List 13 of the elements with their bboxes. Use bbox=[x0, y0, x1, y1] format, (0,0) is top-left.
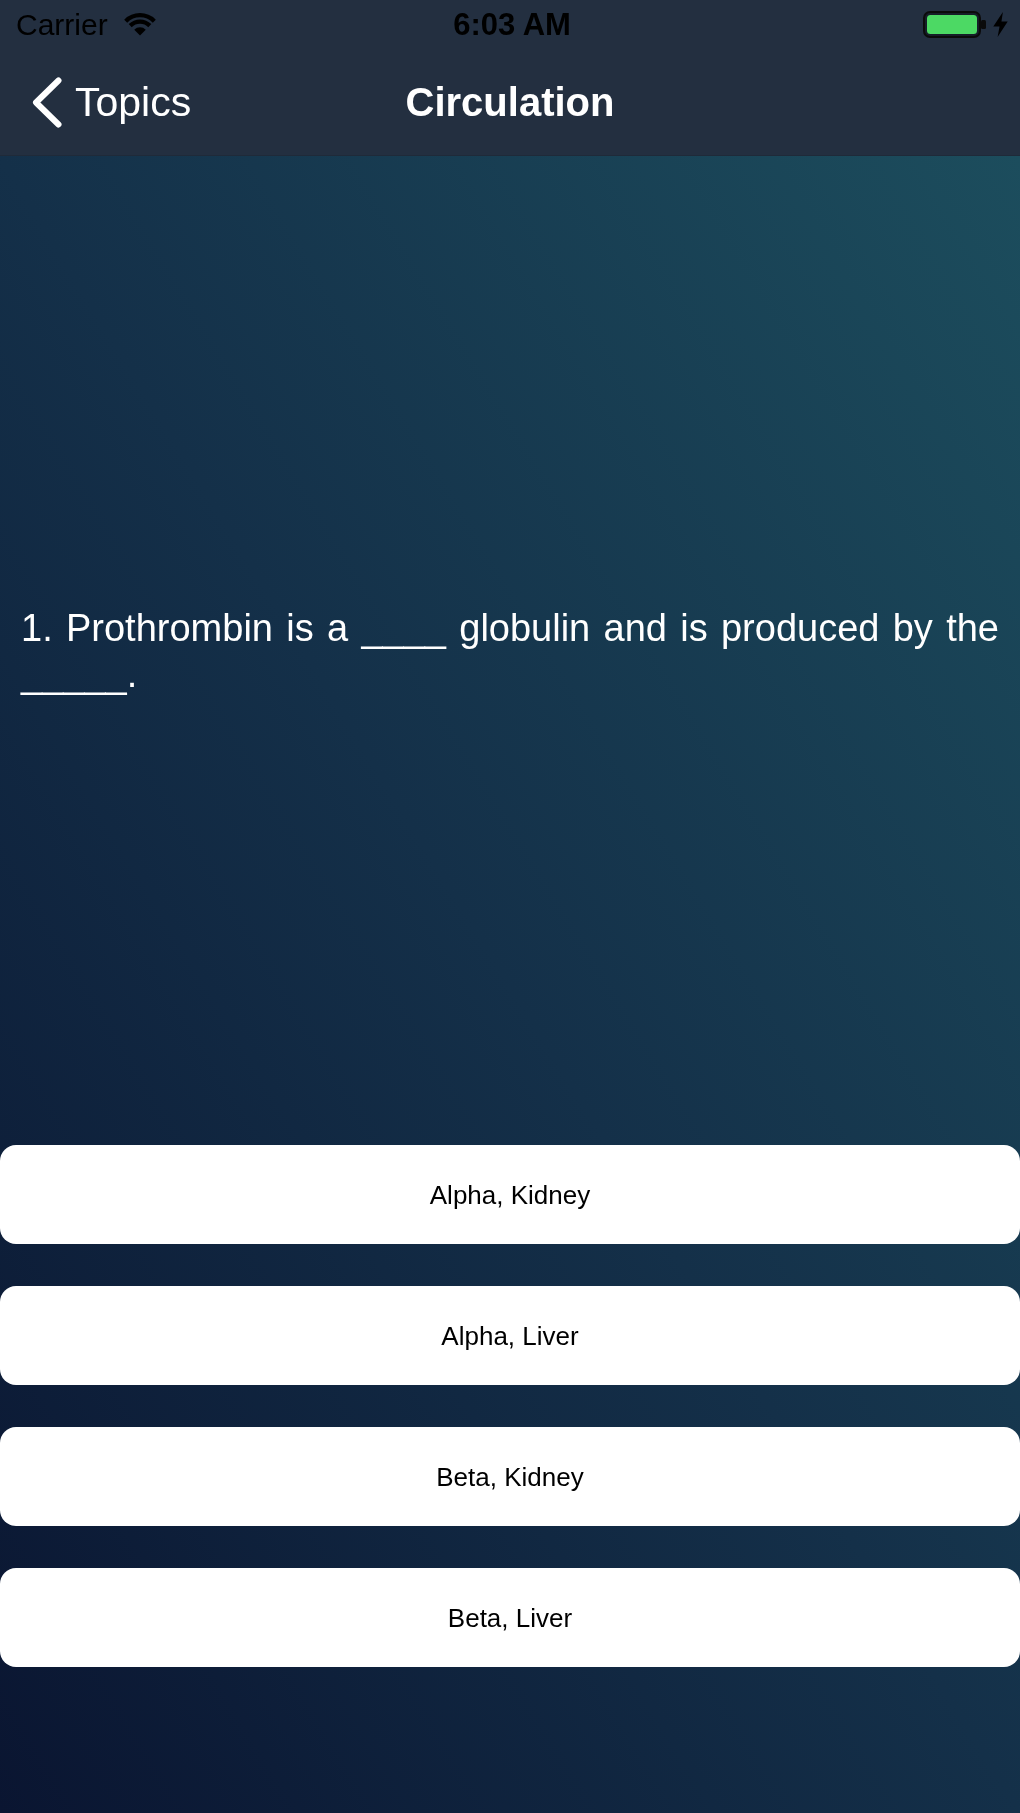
answer-button[interactable]: Alpha, Kidney bbox=[0, 1145, 1020, 1244]
answer-button[interactable]: Alpha, Liver bbox=[0, 1286, 1020, 1385]
answer-button[interactable]: Beta, Liver bbox=[0, 1568, 1020, 1667]
screen-title: Circulation bbox=[405, 79, 615, 126]
carrier-label: Carrier bbox=[16, 7, 108, 42]
clock-time: 6:03 AM bbox=[453, 7, 571, 42]
wifi-icon bbox=[123, 13, 156, 36]
answer-button[interactable]: Beta, Kidney bbox=[0, 1427, 1020, 1526]
chevron-left-icon bbox=[31, 76, 62, 128]
question-text: 1. Prothrombin is a ____ globulin and is produced by the _____. bbox=[21, 605, 999, 697]
back-button[interactable]: Topics bbox=[31, 76, 192, 128]
battery-icon bbox=[923, 11, 986, 38]
lightning-bolt-icon bbox=[993, 12, 1008, 37]
